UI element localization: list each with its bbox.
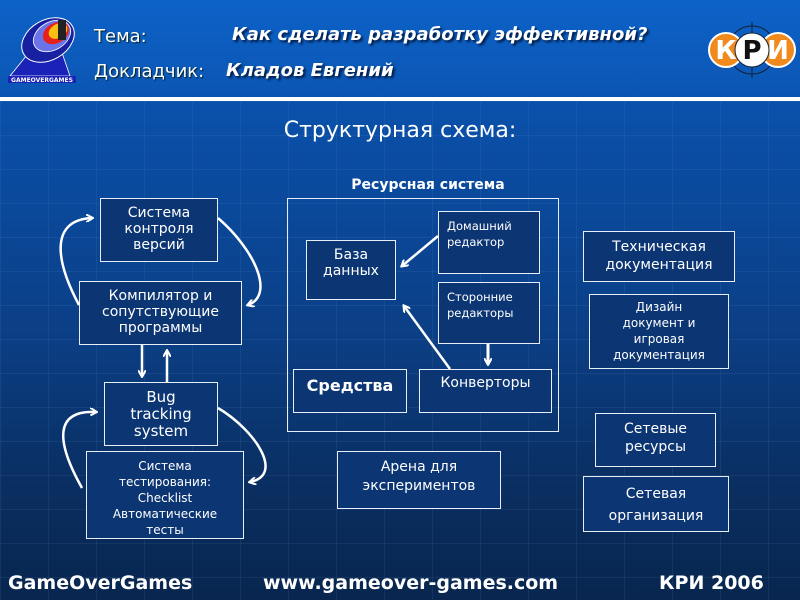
box-line: Арена для xyxy=(380,459,458,475)
box-line: программы xyxy=(118,320,203,336)
box-line: tracking xyxy=(130,405,192,423)
box-line: версий xyxy=(133,237,185,253)
box-line: Система xyxy=(138,459,192,473)
design-docs-box: Дизайн документ и игровая документация xyxy=(589,294,729,369)
footer-company: GameOverGames xyxy=(8,572,193,594)
box-line: экспериментов xyxy=(362,478,476,494)
tech-docs-box: Техническая документация xyxy=(583,231,735,282)
vcs-box: Система контроля версий xyxy=(100,198,218,262)
box-line: игровая xyxy=(633,332,685,346)
speaker-value: Кладов Евгений xyxy=(226,60,394,81)
box-line: тестирования: xyxy=(118,475,212,489)
resource-system-title: Ресурсная система xyxy=(351,177,505,193)
box-line: документ и xyxy=(622,316,696,330)
box-line: редакторы xyxy=(447,306,514,320)
slide-title: Структурная схема: xyxy=(283,118,517,143)
svg-text:К: К xyxy=(715,36,736,66)
box-line: База xyxy=(333,247,369,263)
box-line: Средства xyxy=(306,376,394,395)
bug-tracking-box: Bug tracking system xyxy=(104,382,218,446)
box-line: Компилятор и xyxy=(108,288,213,304)
compiler-box: Компилятор и сопутствующие программы xyxy=(79,281,242,345)
box-line: Конверторы xyxy=(440,375,531,391)
box-line: документация xyxy=(605,257,713,273)
box-line: сопутствующие xyxy=(102,304,219,320)
footer-event: КРИ 2006 xyxy=(659,572,764,594)
topic-label: Тема: xyxy=(94,26,147,47)
speaker-label: Докладчик: xyxy=(94,61,205,82)
svg-text:И: И xyxy=(767,36,789,66)
gameovergames-logo-icon: GAMEOVERGAMES xyxy=(8,17,76,84)
box-line: тесты xyxy=(146,523,184,537)
box-line: документация xyxy=(613,348,705,362)
third-party-editors-box: Сторонние редакторы xyxy=(438,282,540,344)
svg-text:Р: Р xyxy=(742,36,761,66)
box-line: Автоматические xyxy=(112,507,218,521)
header-divider xyxy=(0,97,800,101)
database-box: База данных xyxy=(306,240,396,300)
footer-website: www.gameover-games.com xyxy=(263,572,559,594)
box-line: Сетевая xyxy=(625,486,687,502)
kri-logo-icon: К Р И xyxy=(708,22,796,78)
box-line: данных xyxy=(323,263,379,279)
box-line: Bug xyxy=(146,388,176,406)
converters-box: Конверторы xyxy=(419,369,552,413)
box-line: system xyxy=(133,422,189,440)
box-line: Сетевые xyxy=(623,421,688,437)
box-line: Сторонние xyxy=(447,290,513,304)
box-line: Checklist xyxy=(137,491,193,505)
network-resources-box: Сетевые ресурсы xyxy=(595,413,716,467)
network-org-box: Сетевая организация xyxy=(583,476,729,532)
topic-value: Как сделать разработку эффективной? xyxy=(232,24,648,45)
box-line: Техническая xyxy=(612,239,706,255)
box-line: организация xyxy=(608,508,704,524)
svg-text:GAMEOVERGAMES: GAMEOVERGAMES xyxy=(11,77,73,84)
box-line: контроля xyxy=(124,221,194,237)
box-line: Система xyxy=(127,205,191,221)
box-line: Дизайн xyxy=(635,300,683,314)
box-line: ресурсы xyxy=(624,439,687,455)
box-line: Домашний xyxy=(447,219,512,233)
home-editor-box: Домашний редактор xyxy=(438,211,540,274)
box-line: редактор xyxy=(447,235,505,249)
testing-box: Система тестирования: Checklist Автомати… xyxy=(86,451,244,539)
tools-box: Средства xyxy=(293,369,407,413)
arena-box: Арена для экспериментов xyxy=(337,451,501,509)
